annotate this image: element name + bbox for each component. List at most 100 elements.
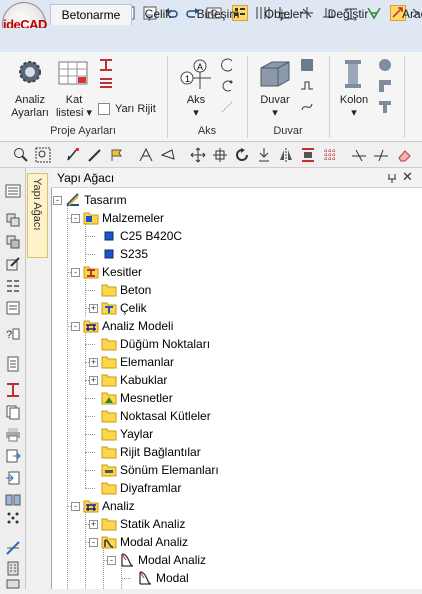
collapse-icon[interactable]: - [71, 268, 80, 277]
pin-icon[interactable] [386, 172, 398, 184]
expand-icon[interactable]: + [89, 358, 98, 367]
pencil-icon[interactable] [87, 147, 103, 163]
slash-pencil-icon[interactable] [5, 540, 21, 556]
grid-list-icon[interactable] [5, 278, 21, 294]
aks-label[interactable]: Aks [178, 94, 214, 107]
tree-item-çelik[interactable]: Çelik [120, 299, 147, 317]
diagonal-axis-icon[interactable] [220, 100, 234, 114]
tab-degistir[interactable]: Değiştir [318, 4, 378, 24]
align-icon[interactable] [300, 147, 316, 163]
ayarlari-label[interactable]: Ayarları [6, 107, 54, 120]
section-icon[interactable] [5, 382, 21, 398]
wall-curve-icon[interactable] [300, 100, 314, 114]
tree-item-analiz-modeli[interactable]: Analiz Modeli [102, 317, 173, 335]
copy-icon[interactable] [5, 234, 21, 250]
lasso-icon[interactable] [160, 147, 176, 163]
documents-icon[interactable] [5, 404, 21, 420]
gear-icon[interactable] [16, 58, 44, 86]
collapse-icon[interactable]: - [71, 502, 80, 511]
aks-dropdown-icon[interactable]: ▾ [178, 107, 214, 120]
circle-axis-icon[interactable] [220, 79, 234, 93]
kat-label[interactable]: Kat [56, 94, 92, 107]
copy-move-icon[interactable] [212, 147, 228, 163]
export-icon[interactable] [5, 448, 21, 464]
tab-betonarme[interactable]: Betonarme [50, 4, 132, 25]
expand-icon[interactable]: + [89, 520, 98, 529]
wall-polyline-icon[interactable] [300, 79, 314, 93]
collapse-icon[interactable]: - [71, 214, 80, 223]
tree-item-statik-analiz[interactable]: Statik Analiz [120, 515, 185, 533]
tree-item-malzemeler[interactable]: Malzemeler [102, 209, 164, 227]
t-column-icon[interactable] [378, 100, 392, 114]
tree-item-analiz[interactable]: Analiz [102, 497, 135, 515]
collapse-icon[interactable]: - [71, 322, 80, 331]
report-icon[interactable] [5, 356, 21, 372]
duvar-dropdown-icon[interactable]: ▾ [254, 107, 296, 120]
layers-icon[interactable] [5, 212, 21, 228]
stretch-icon[interactable] [256, 147, 272, 163]
kolon-dropdown-icon[interactable]: ▾ [334, 107, 374, 120]
column-icon[interactable] [342, 58, 364, 90]
list-detail-icon[interactable] [5, 300, 21, 316]
points-icon[interactable] [5, 510, 21, 526]
tab-birlesim[interactable]: Birleşim [188, 4, 248, 24]
tab-objeler[interactable]: Objeler [258, 4, 310, 24]
tree-item-beton[interactable]: Beton [120, 281, 151, 299]
tree-item-rijit-bağlantılar[interactable]: Rijit Bağlantılar [120, 443, 201, 461]
extend-icon[interactable] [373, 147, 389, 163]
collapse-icon[interactable]: - [53, 196, 62, 205]
tree-item-elemanlar[interactable]: Elemanlar [120, 353, 174, 371]
collapse-icon[interactable]: - [89, 538, 98, 547]
close-icon[interactable]: ✕ [402, 170, 413, 184]
compare-icon[interactable] [5, 492, 21, 508]
tab-celik[interactable]: Çelik [136, 4, 180, 24]
beam-icon[interactable] [98, 58, 114, 72]
collapse-icon[interactable]: - [107, 556, 116, 565]
round-column-icon[interactable] [378, 58, 392, 72]
eraser-icon[interactable] [396, 147, 412, 163]
tree-item-tasarım[interactable]: Tasarım [84, 191, 127, 209]
arc-axis-icon[interactable] [220, 58, 234, 72]
tree-item-kabuklar[interactable]: Kabuklar [120, 371, 167, 389]
rotate-icon[interactable] [234, 147, 250, 163]
import-icon[interactable] [5, 470, 21, 486]
mirror-icon[interactable] [278, 147, 294, 163]
zoom-window-icon[interactable] [35, 147, 51, 163]
tab-araclar[interactable]: Arac [388, 4, 422, 24]
structure-tree-icon[interactable] [5, 183, 21, 199]
tree-item-modal[interactable]: Modal [156, 569, 189, 587]
zoom-icon[interactable] [13, 147, 29, 163]
yari-rijit-checkbox[interactable] [98, 103, 110, 115]
tree-item-kesitler[interactable]: Kesitler [102, 263, 142, 281]
edit-icon[interactable] [5, 256, 21, 272]
tree-item-noktasal-kütleler[interactable]: Noktasal Kütleler [120, 407, 211, 425]
tree-item-modal-analiz[interactable]: Modal Analiz [138, 551, 206, 569]
building-icon[interactable] [5, 560, 21, 576]
tree-item-düğüm-noktaları[interactable]: Düğüm Noktaları [120, 335, 210, 353]
tree-item-s235[interactable]: S235 [120, 245, 148, 263]
wall-corner-icon[interactable] [300, 58, 314, 72]
stair-icon[interactable] [98, 76, 114, 90]
tool-icon[interactable] [5, 578, 21, 594]
tree-item-yaylar[interactable]: Yaylar [120, 425, 153, 443]
duvar-label[interactable]: Duvar [254, 94, 296, 107]
wall-icon[interactable] [258, 58, 292, 90]
print-icon[interactable] [5, 426, 21, 442]
story-list-icon[interactable] [58, 60, 88, 86]
expand-icon[interactable]: + [89, 376, 98, 385]
side-tab-yapi-agaci[interactable]: Yapı Ağacı [27, 173, 48, 258]
help-icon[interactable]: ? [5, 326, 21, 342]
kolon-label[interactable]: Kolon [334, 94, 374, 107]
tree-item-c25-b420c[interactable]: C25 B420C [120, 227, 182, 245]
listesi-label[interactable]: listesi ▾ [52, 107, 96, 120]
trim-icon[interactable] [351, 147, 367, 163]
flag-icon[interactable] [109, 147, 125, 163]
tree-item-sönüm-elemanları[interactable]: Sönüm Elemanları [120, 461, 219, 479]
tree-item-modal-analiz[interactable]: Modal Analiz [120, 533, 188, 551]
tree-item-mesnetler[interactable]: Mesnetler [120, 389, 173, 407]
axis-grid-icon[interactable]: A1 [180, 58, 212, 90]
array-icon[interactable] [322, 147, 338, 163]
angle-icon[interactable] [138, 147, 154, 163]
tree-item-diyaframlar[interactable]: Diyaframlar [120, 479, 181, 497]
expand-icon[interactable]: + [89, 304, 98, 313]
